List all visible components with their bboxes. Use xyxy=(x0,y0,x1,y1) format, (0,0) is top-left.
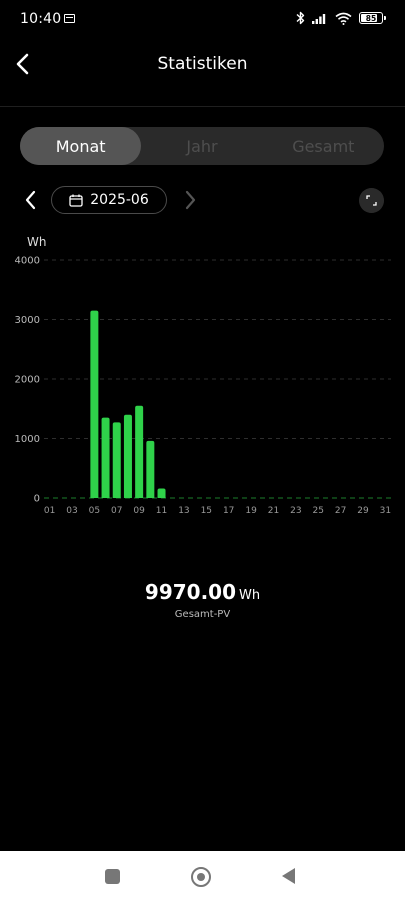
x-tick-label: 27 xyxy=(335,506,346,516)
date-picker[interactable]: 2025-06 xyxy=(51,186,167,214)
signal-icon xyxy=(312,14,326,24)
x-tick-label: 03 xyxy=(66,506,77,516)
x-tick-label: 25 xyxy=(313,506,324,516)
x-tick-label: 07 xyxy=(111,506,122,516)
system-navigation-bar xyxy=(0,851,405,900)
energy-bar-chart: Wh 0 1000 2000 3000 4000 01 03 05 07 09 11 13 15 17 1… xyxy=(15,235,392,516)
total-label: Gesamt-PV xyxy=(174,609,231,620)
bar-day-05[interactable] xyxy=(90,310,99,498)
tab-jahr[interactable]: Jahr xyxy=(141,127,262,165)
y-tick-label: 0 xyxy=(34,494,40,505)
y-tick-label: 1000 xyxy=(15,434,40,445)
y-tick-label: 3000 xyxy=(15,315,40,326)
fullscreen-button[interactable] xyxy=(359,188,384,213)
total-summary: 9970.00 Wh xyxy=(0,580,405,604)
x-tick-label: 05 xyxy=(89,506,100,516)
total-value: 9970.00 xyxy=(144,580,236,604)
bar-day-07[interactable] xyxy=(112,422,121,498)
x-tick-label: 31 xyxy=(380,506,391,516)
recents-icon[interactable] xyxy=(105,869,120,884)
period-tabs: Monat Jahr Gesamt xyxy=(20,127,384,165)
y-tick-label: 2000 xyxy=(15,375,40,386)
x-tick-label: 23 xyxy=(290,506,301,516)
bar-day-08[interactable] xyxy=(123,414,132,498)
tab-monat[interactable]: Monat xyxy=(20,127,142,165)
next-month-button[interactable] xyxy=(181,189,199,211)
x-tick-label: 29 xyxy=(357,506,369,516)
calendar-icon xyxy=(64,14,75,23)
x-tick-label: 21 xyxy=(268,506,279,516)
date-navigation: 2025-06 xyxy=(0,185,405,215)
x-tick-label: 13 xyxy=(178,506,189,516)
status-bar: 10:40 85 xyxy=(0,0,405,40)
bluetooth-icon xyxy=(296,11,305,25)
selected-date: 2025-06 xyxy=(90,192,149,208)
calendar-icon xyxy=(69,194,83,207)
x-tick-label: 09 xyxy=(133,506,145,516)
bar-day-10[interactable] xyxy=(146,440,155,498)
x-tick-label: 17 xyxy=(223,506,234,516)
system-back-icon[interactable] xyxy=(282,868,295,884)
x-tick-label: 11 xyxy=(156,506,167,516)
status-icons: 85 xyxy=(296,11,386,25)
x-tick-label: 01 xyxy=(44,506,55,516)
y-axis-unit: Wh xyxy=(27,235,46,249)
battery-level: 85 xyxy=(365,13,377,23)
status-time: 10:40 xyxy=(20,11,62,27)
home-icon[interactable] xyxy=(191,867,211,887)
app-header: Statistiken xyxy=(0,40,405,107)
bar-day-06[interactable] xyxy=(101,417,110,498)
bar-day-09[interactable] xyxy=(135,405,144,498)
previous-month-button[interactable] xyxy=(22,189,40,211)
bar-day-11[interactable] xyxy=(157,488,166,498)
x-tick-label: 19 xyxy=(245,506,257,516)
page-title: Statistiken xyxy=(157,54,248,74)
tab-gesamt[interactable]: Gesamt xyxy=(263,127,384,165)
y-tick-label: 4000 xyxy=(15,256,40,267)
total-unit: Wh xyxy=(239,588,261,603)
battery-icon: 85 xyxy=(359,12,386,24)
x-tick-label: 15 xyxy=(201,506,212,516)
wifi-icon xyxy=(335,12,352,25)
